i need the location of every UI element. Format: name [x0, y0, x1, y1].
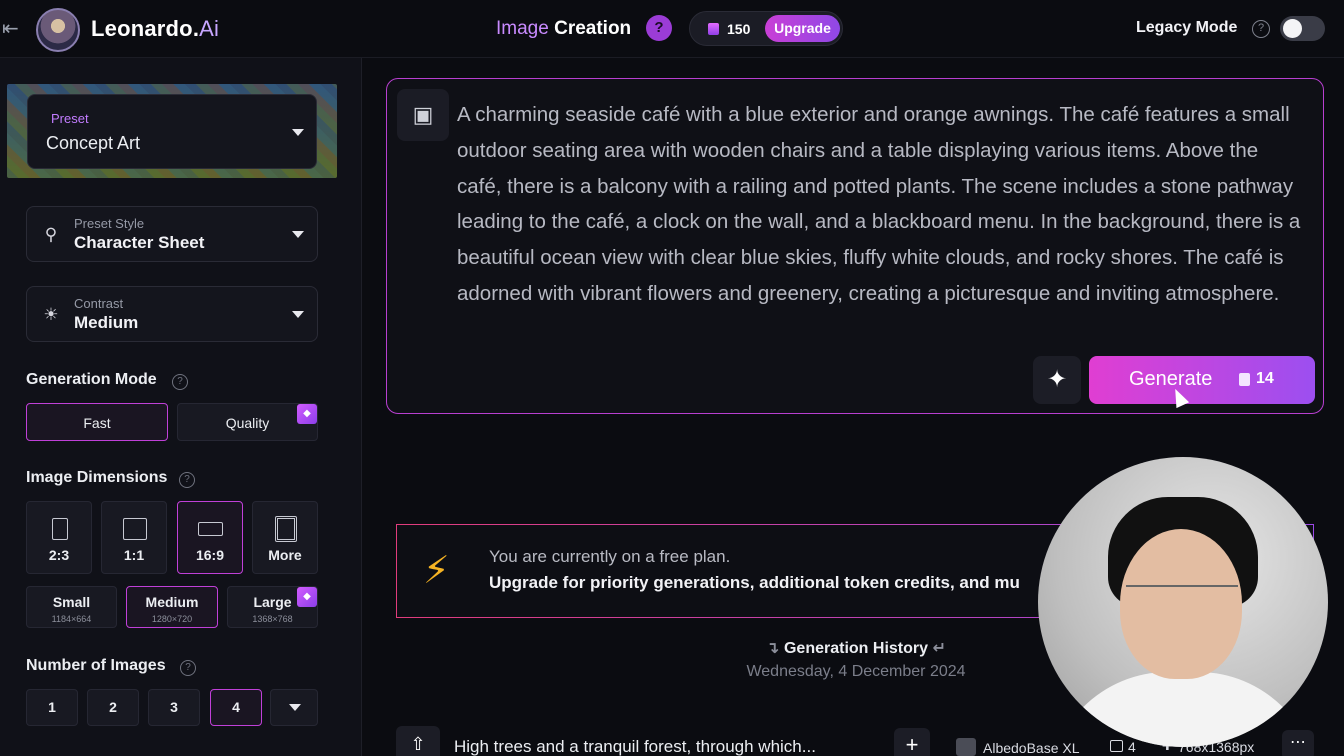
- portrait-ratio-icon: [52, 518, 68, 540]
- chevron-down-icon: [289, 704, 301, 711]
- banner-line1: You are currently on a free plan.: [489, 547, 731, 566]
- token-icon: [708, 23, 719, 35]
- help-icon[interactable]: ?: [646, 15, 672, 41]
- image-upload-icon[interactable]: ▣: [397, 89, 449, 141]
- model-thumbnail: [956, 738, 976, 756]
- count-3-button[interactable]: 3: [148, 689, 200, 726]
- size-large-button[interactable]: Large 1368×768 ◆: [227, 586, 318, 628]
- logo-avatar: [36, 8, 80, 52]
- help-icon[interactable]: ?: [179, 472, 195, 488]
- prompt-input[interactable]: A charming seaside café with a blue exte…: [457, 97, 1307, 312]
- legacy-help-icon[interactable]: ?: [1252, 20, 1270, 38]
- history-date: Wednesday, 4 December 2024: [746, 663, 966, 680]
- help-icon[interactable]: ?: [180, 660, 196, 676]
- landscape-ratio-icon: [198, 522, 223, 536]
- size-small-button[interactable]: Small 1184×664: [26, 586, 117, 628]
- history-title-label: Generation History: [783, 640, 929, 657]
- ratio-label: 16:9: [195, 547, 225, 563]
- sort-arrows-icon: ↵: [928, 640, 946, 657]
- generate-label: Generate: [1129, 368, 1213, 390]
- mode-fast-button[interactable]: Fast: [26, 403, 168, 441]
- ratio-more-button[interactable]: More: [252, 501, 318, 574]
- brand-name: Leonardo.Ai: [91, 16, 220, 41]
- top-bar: ⇤ Leonardo.Ai Image Creation ? 150 Upgra…: [0, 0, 1344, 58]
- mode-fast-label: Fast: [83, 415, 111, 431]
- ratio-1-1-button[interactable]: 1:1: [101, 501, 167, 574]
- size-sub-label: 1368×768: [252, 614, 293, 624]
- generation-mode-title: Generation Mode: [26, 371, 157, 388]
- image-dimensions-title: Image Dimensions: [26, 469, 168, 486]
- toggle-knob: [1283, 19, 1302, 38]
- generation-history-title[interactable]: ↴ Generation History ↵: [760, 638, 952, 658]
- preset-dropdown[interactable]: Preset Concept Art: [27, 94, 317, 169]
- count-4-button[interactable]: 4: [210, 689, 262, 726]
- ratio-2-3-button[interactable]: 2:3: [26, 501, 92, 574]
- count-2-button[interactable]: 2: [87, 689, 139, 726]
- count-1-button[interactable]: 1: [26, 689, 78, 726]
- generate-cost: 14: [1256, 370, 1274, 387]
- lightning-icon: ⚡: [423, 550, 450, 592]
- size-label: Medium: [145, 594, 199, 610]
- token-icon: [1239, 373, 1250, 386]
- contrast-label: Contrast: [74, 296, 124, 311]
- arrow-left-icon[interactable]: ⇤: [2, 16, 26, 40]
- sparkle-icon[interactable]: ✦: [1033, 356, 1081, 404]
- preset-card[interactable]: Preset Concept Art: [7, 84, 337, 178]
- ratio-label: 1:1: [123, 547, 145, 563]
- webcam-overlay: [1038, 457, 1328, 747]
- token-count: 150: [727, 21, 751, 37]
- banner-line2: Upgrade for priority generations, additi…: [489, 573, 1020, 592]
- presenter-glasses: [1126, 585, 1238, 607]
- preset-style-label: Preset Style: [74, 216, 145, 231]
- chevron-down-icon: [292, 311, 304, 318]
- contrast-value: Medium: [74, 313, 139, 332]
- size-sub-label: 1184×664: [51, 614, 92, 624]
- generate-button[interactable]: Generate 14: [1089, 356, 1315, 404]
- size-label: Small: [52, 594, 91, 610]
- preset-value: Concept Art: [46, 133, 141, 153]
- plus-icon[interactable]: +: [894, 728, 930, 756]
- page-title: Image Creation: [496, 18, 632, 39]
- help-icon[interactable]: ?: [172, 374, 188, 390]
- preset-style-dropdown[interactable]: ⚲ Preset Style Character Sheet: [26, 206, 318, 262]
- square-ratio-icon: [123, 518, 147, 540]
- arrow-up-icon[interactable]: ⇧: [396, 726, 440, 756]
- ratio-label: More: [268, 547, 302, 563]
- chevron-down-icon: [292, 129, 304, 136]
- gem-icon: ◆: [297, 587, 317, 607]
- preset-style-value: Character Sheet: [74, 233, 205, 252]
- ratio-label: 2:3: [48, 547, 70, 563]
- more-ratios-icon: [275, 516, 297, 542]
- sort-arrows-icon: ↴: [766, 640, 784, 657]
- contrast-dropdown[interactable]: ☀ Contrast Medium: [26, 286, 318, 342]
- chevron-down-icon: [292, 231, 304, 238]
- history-prompt[interactable]: High trees and a tranquil forest, throug…: [454, 737, 816, 756]
- flask-icon: ⚲: [44, 225, 58, 244]
- mode-quality-button[interactable]: Quality ◆: [177, 403, 318, 441]
- legacy-mode-label: Legacy Mode: [1136, 19, 1238, 36]
- size-medium-button[interactable]: Medium 1280×720: [126, 586, 218, 628]
- presenter-shirt: [1048, 672, 1318, 747]
- sidebar: Preset Concept Art ⚲ Preset Style Charac…: [0, 58, 362, 756]
- legacy-mode-toggle[interactable]: [1280, 16, 1325, 41]
- gem-icon: ◆: [297, 404, 317, 424]
- preset-label: Preset: [51, 111, 89, 126]
- number-of-images-title: Number of Images: [26, 657, 166, 674]
- sun-icon: ☀: [43, 305, 59, 324]
- prompt-box[interactable]: ▣ A charming seaside café with a blue ex…: [386, 78, 1324, 414]
- token-balance: 150 Upgrade: [689, 11, 843, 46]
- size-sub-label: 1280×720: [151, 614, 193, 624]
- count-more-button[interactable]: [270, 689, 318, 726]
- ratio-16-9-button[interactable]: 16:9: [177, 501, 243, 574]
- upgrade-button[interactable]: Upgrade: [765, 15, 840, 42]
